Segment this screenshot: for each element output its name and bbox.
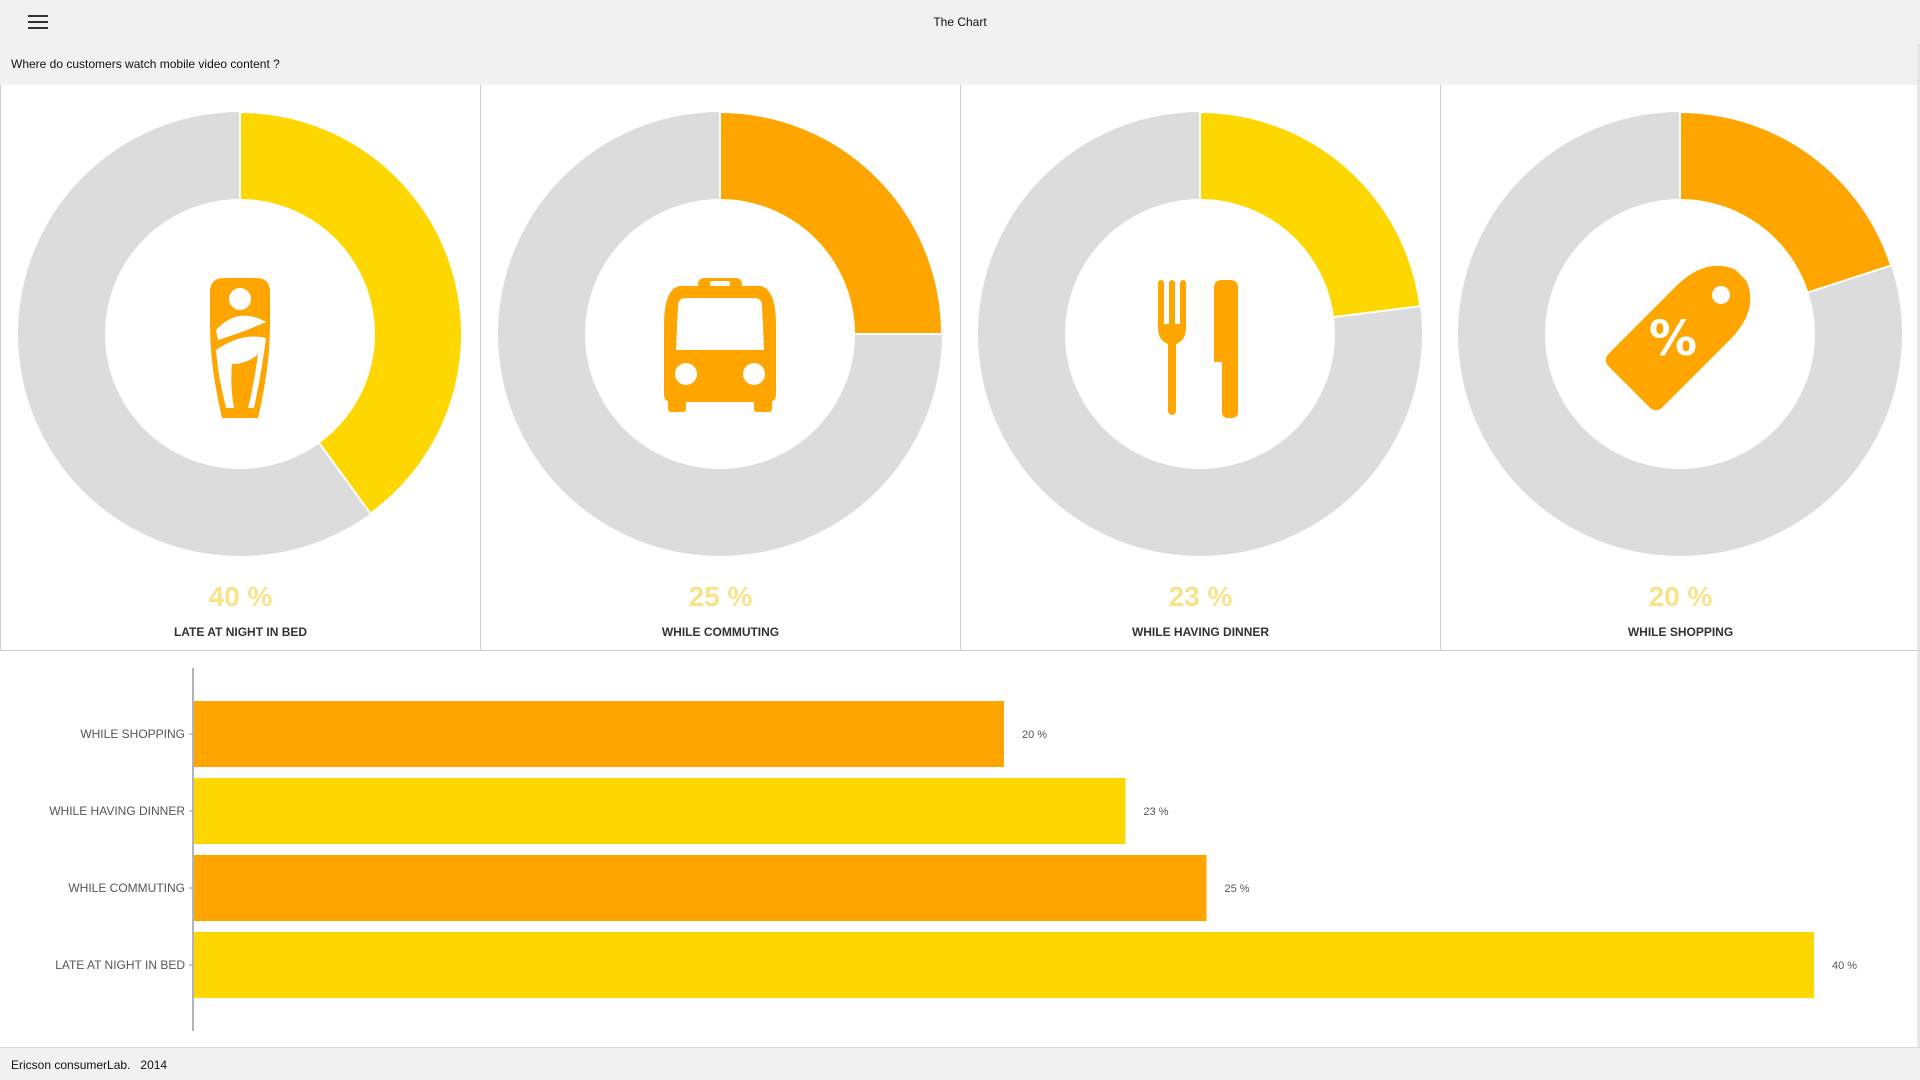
donut-chart-shopping: % [1458,110,1902,556]
donut-hole [1065,199,1335,469]
donut-charts-row: 40 % LATE AT NIGHT IN BED 25 % WHILE COM… [0,85,1920,651]
horizontal-bar-chart: WHILE SHOPPING 20 % WHILE HAVING DINNER 23 … [49,668,1857,1031]
donut-panel-bed: 40 % LATE AT NIGHT IN BED [0,85,480,650]
percent-value: 20 % [1648,581,1713,612]
category-label: LATE AT NIGHT IN BED [173,625,308,639]
bar-chart-section: WHILE SHOPPING 20 % WHILE HAVING DINNER 23 … [0,651,1917,1047]
bar-value-label: 23 % [1144,806,1169,818]
year-text: 2014 [140,1058,168,1072]
percent-value: 25 % [688,581,753,612]
y-tick-label: WHILE COMMUTING [68,881,185,895]
category-label: WHILE COMMUTING [661,625,780,639]
bar-value-label: 20 % [1022,729,1047,741]
footer: Ericson consumerLab. 2014 [0,1047,1920,1080]
y-tick-label: WHILE SHOPPING [80,727,185,741]
category-label: WHILE HAVING DINNER [1131,625,1270,639]
bar-value-label: 40 % [1832,960,1857,972]
footer-text: Ericson consumerLab. 2014 [11,1058,167,1072]
y-tick-label: LATE AT NIGHT IN BED [55,958,185,972]
donut-chart-commuting [498,110,944,556]
bar-1 [194,778,1126,844]
title-bar: The Chart [0,0,1920,44]
bar-0 [194,701,1004,767]
svg-text:%: % [1649,311,1697,367]
source-text: Ericson consumerLab. [11,1058,131,1072]
baby-bottle-icon [210,278,270,418]
percent-value: 40 % [208,581,273,612]
app-title: The Chart [933,15,987,29]
donut-panel-commuting: 25 % WHILE COMMUTING [480,85,960,650]
question-header: Where do customers watch mobile video co… [0,44,1920,85]
donut-panel-shopping: % 20 % WHILE SHOPPING [1440,85,1920,650]
bar-3 [194,932,1814,998]
donut-panel-dinner: 23 % WHILE HAVING DINNER [960,85,1440,650]
donut-chart-dinner [978,110,1422,556]
category-label: WHILE SHOPPING [1627,625,1734,639]
bar-2 [194,855,1207,921]
bar-value-label: 25 % [1225,883,1250,895]
y-tick-label: WHILE HAVING DINNER [49,804,185,818]
donut-chart-bed [18,110,463,556]
percent-value: 23 % [1168,581,1233,612]
question-text: Where do customers watch mobile video co… [11,57,280,71]
bus-icon [664,278,776,412]
